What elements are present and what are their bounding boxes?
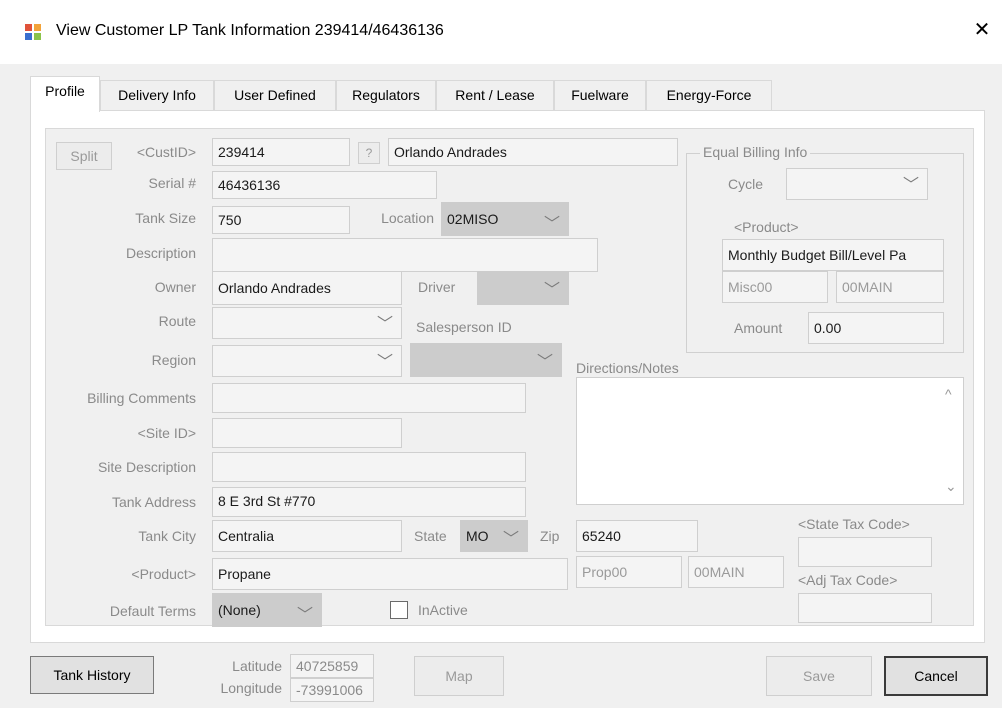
default-terms-label: Default Terms <box>109 603 196 619</box>
chevron-down-icon: ﹀ <box>296 607 313 624</box>
tab-profile[interactable]: Profile <box>30 76 100 112</box>
amount-label: Amount <box>734 320 783 336</box>
description-label: Description <box>125 245 196 261</box>
tab-delivery-info[interactable]: Delivery Info <box>100 80 214 110</box>
chevron-down-icon: ﹀ <box>536 354 553 371</box>
tank-city-field[interactable]: Centralia <box>212 520 402 552</box>
window-title: View Customer LP Tank Information 239414… <box>56 22 444 39</box>
save-button[interactable]: Save <box>766 656 872 696</box>
zip-label: Zip <box>540 528 560 544</box>
tank-history-button[interactable]: Tank History <box>30 656 154 694</box>
longitude-field: -73991006 <box>290 678 374 702</box>
chevron-down-icon: ﹀ <box>376 354 393 371</box>
tab-fuelware[interactable]: Fuelware <box>554 80 646 110</box>
site-id-field[interactable] <box>212 418 402 448</box>
adj-tax-code-field[interactable] <box>798 593 932 623</box>
cust-id-label[interactable]: <CustID> <box>118 144 196 160</box>
tab-energy-force[interactable]: Energy-Force <box>646 80 772 110</box>
product-dept-field: 00MAIN <box>688 556 784 588</box>
split-button[interactable]: Split <box>56 142 112 170</box>
equal-billing-title: Equal Billing Info <box>700 144 811 160</box>
site-description-label: Site Description <box>97 459 196 475</box>
state-tax-code-field[interactable] <box>798 537 932 567</box>
tab-user-defined[interactable]: User Defined <box>214 80 336 110</box>
adj-tax-code-label[interactable]: <Adj Tax Code> <box>798 572 897 588</box>
region-dropdown[interactable]: ﹀ <box>212 345 402 377</box>
cycle-dropdown[interactable]: ﹀ <box>786 168 928 200</box>
location-value: 02MISO <box>447 211 499 227</box>
chevron-down-icon: ﹀ <box>902 177 919 194</box>
site-description-field[interactable] <box>212 452 526 482</box>
amount-field[interactable]: 0.00 <box>808 312 944 344</box>
cancel-button[interactable]: Cancel <box>884 656 988 696</box>
eb-product-label[interactable]: <Product> <box>734 219 799 235</box>
eb-dept-field: 00MAIN <box>836 271 944 303</box>
default-terms-dropdown[interactable]: (None) ﹀ <box>212 593 322 627</box>
product-field[interactable]: Propane <box>212 558 568 590</box>
tank-address-label: Tank Address <box>111 494 196 510</box>
default-terms-value: (None) <box>218 602 261 618</box>
driver-label: Driver <box>418 279 456 295</box>
state-dropdown[interactable]: MO ﹀ <box>460 520 528 552</box>
description-field[interactable] <box>212 238 598 272</box>
driver-dropdown[interactable]: ﹀ <box>477 271 569 305</box>
help-icon[interactable]: ? <box>358 142 380 164</box>
scroll-up-icon[interactable]: ^ <box>945 386 952 402</box>
product-code-field: Prop00 <box>576 556 682 588</box>
app-window-icon <box>24 23 42 41</box>
product-label[interactable]: <Product> <box>100 566 196 582</box>
customer-name-field: Orlando Andrades <box>388 138 678 166</box>
state-tax-code-label[interactable]: <State Tax Code> <box>798 516 910 532</box>
chevron-down-icon: ﹀ <box>543 216 560 233</box>
route-dropdown[interactable]: ﹀ <box>212 307 402 339</box>
location-label: Location <box>381 210 434 226</box>
tank-size-field[interactable]: 750 <box>212 206 350 234</box>
chevron-down-icon: ﹀ <box>376 316 393 333</box>
tab-rent-lease[interactable]: Rent / Lease <box>436 80 554 110</box>
eb-product-field[interactable]: Monthly Budget Bill/Level Pa <box>722 239 944 271</box>
salesperson-dropdown[interactable]: ﹀ <box>410 343 562 377</box>
owner-field[interactable]: Orlando Andrades <box>212 271 402 305</box>
route-label: Route <box>158 313 196 329</box>
serial-field[interactable]: 46436136 <box>212 171 437 199</box>
tank-size-label: Tank Size <box>135 210 196 226</box>
region-label: Region <box>151 352 196 368</box>
state-value: MO <box>466 528 489 544</box>
cust-id-field[interactable]: 239414 <box>212 138 350 166</box>
tank-address-field[interactable]: 8 E 3rd St #770 <box>212 487 526 517</box>
salesperson-label: Salesperson ID <box>416 319 512 335</box>
billing-comments-field[interactable] <box>212 383 526 413</box>
inactive-checkbox[interactable] <box>390 601 408 619</box>
map-button[interactable]: Map <box>414 656 504 696</box>
scroll-down-icon[interactable]: ⌄ <box>945 478 957 495</box>
eb-misc-field: Misc00 <box>722 271 828 303</box>
longitude-label: Longitude <box>220 680 282 696</box>
zip-field[interactable]: 65240 <box>576 520 698 552</box>
cycle-label: Cycle <box>728 176 764 192</box>
serial-label: Serial # <box>148 175 196 191</box>
location-dropdown[interactable]: 02MISO ﹀ <box>441 202 569 236</box>
owner-label: Owner <box>154 279 196 295</box>
site-id-label[interactable]: <Site ID> <box>100 425 196 441</box>
latitude-label: Latitude <box>232 658 282 674</box>
chevron-down-icon: ﹀ <box>543 282 560 299</box>
directions-notes-label: Directions/Notes <box>576 360 679 376</box>
billing-comments-label: Billing Comments <box>87 390 196 406</box>
state-label: State <box>414 528 447 544</box>
latitude-field: 40725859 <box>290 654 374 678</box>
inactive-label[interactable]: InActive <box>418 602 468 618</box>
directions-notes-textarea[interactable] <box>576 377 964 505</box>
tank-city-label: Tank City <box>138 528 196 544</box>
chevron-down-icon: ﹀ <box>502 531 519 548</box>
tab-regulators[interactable]: Regulators <box>336 80 436 110</box>
close-icon[interactable]: ✕ <box>970 18 994 42</box>
